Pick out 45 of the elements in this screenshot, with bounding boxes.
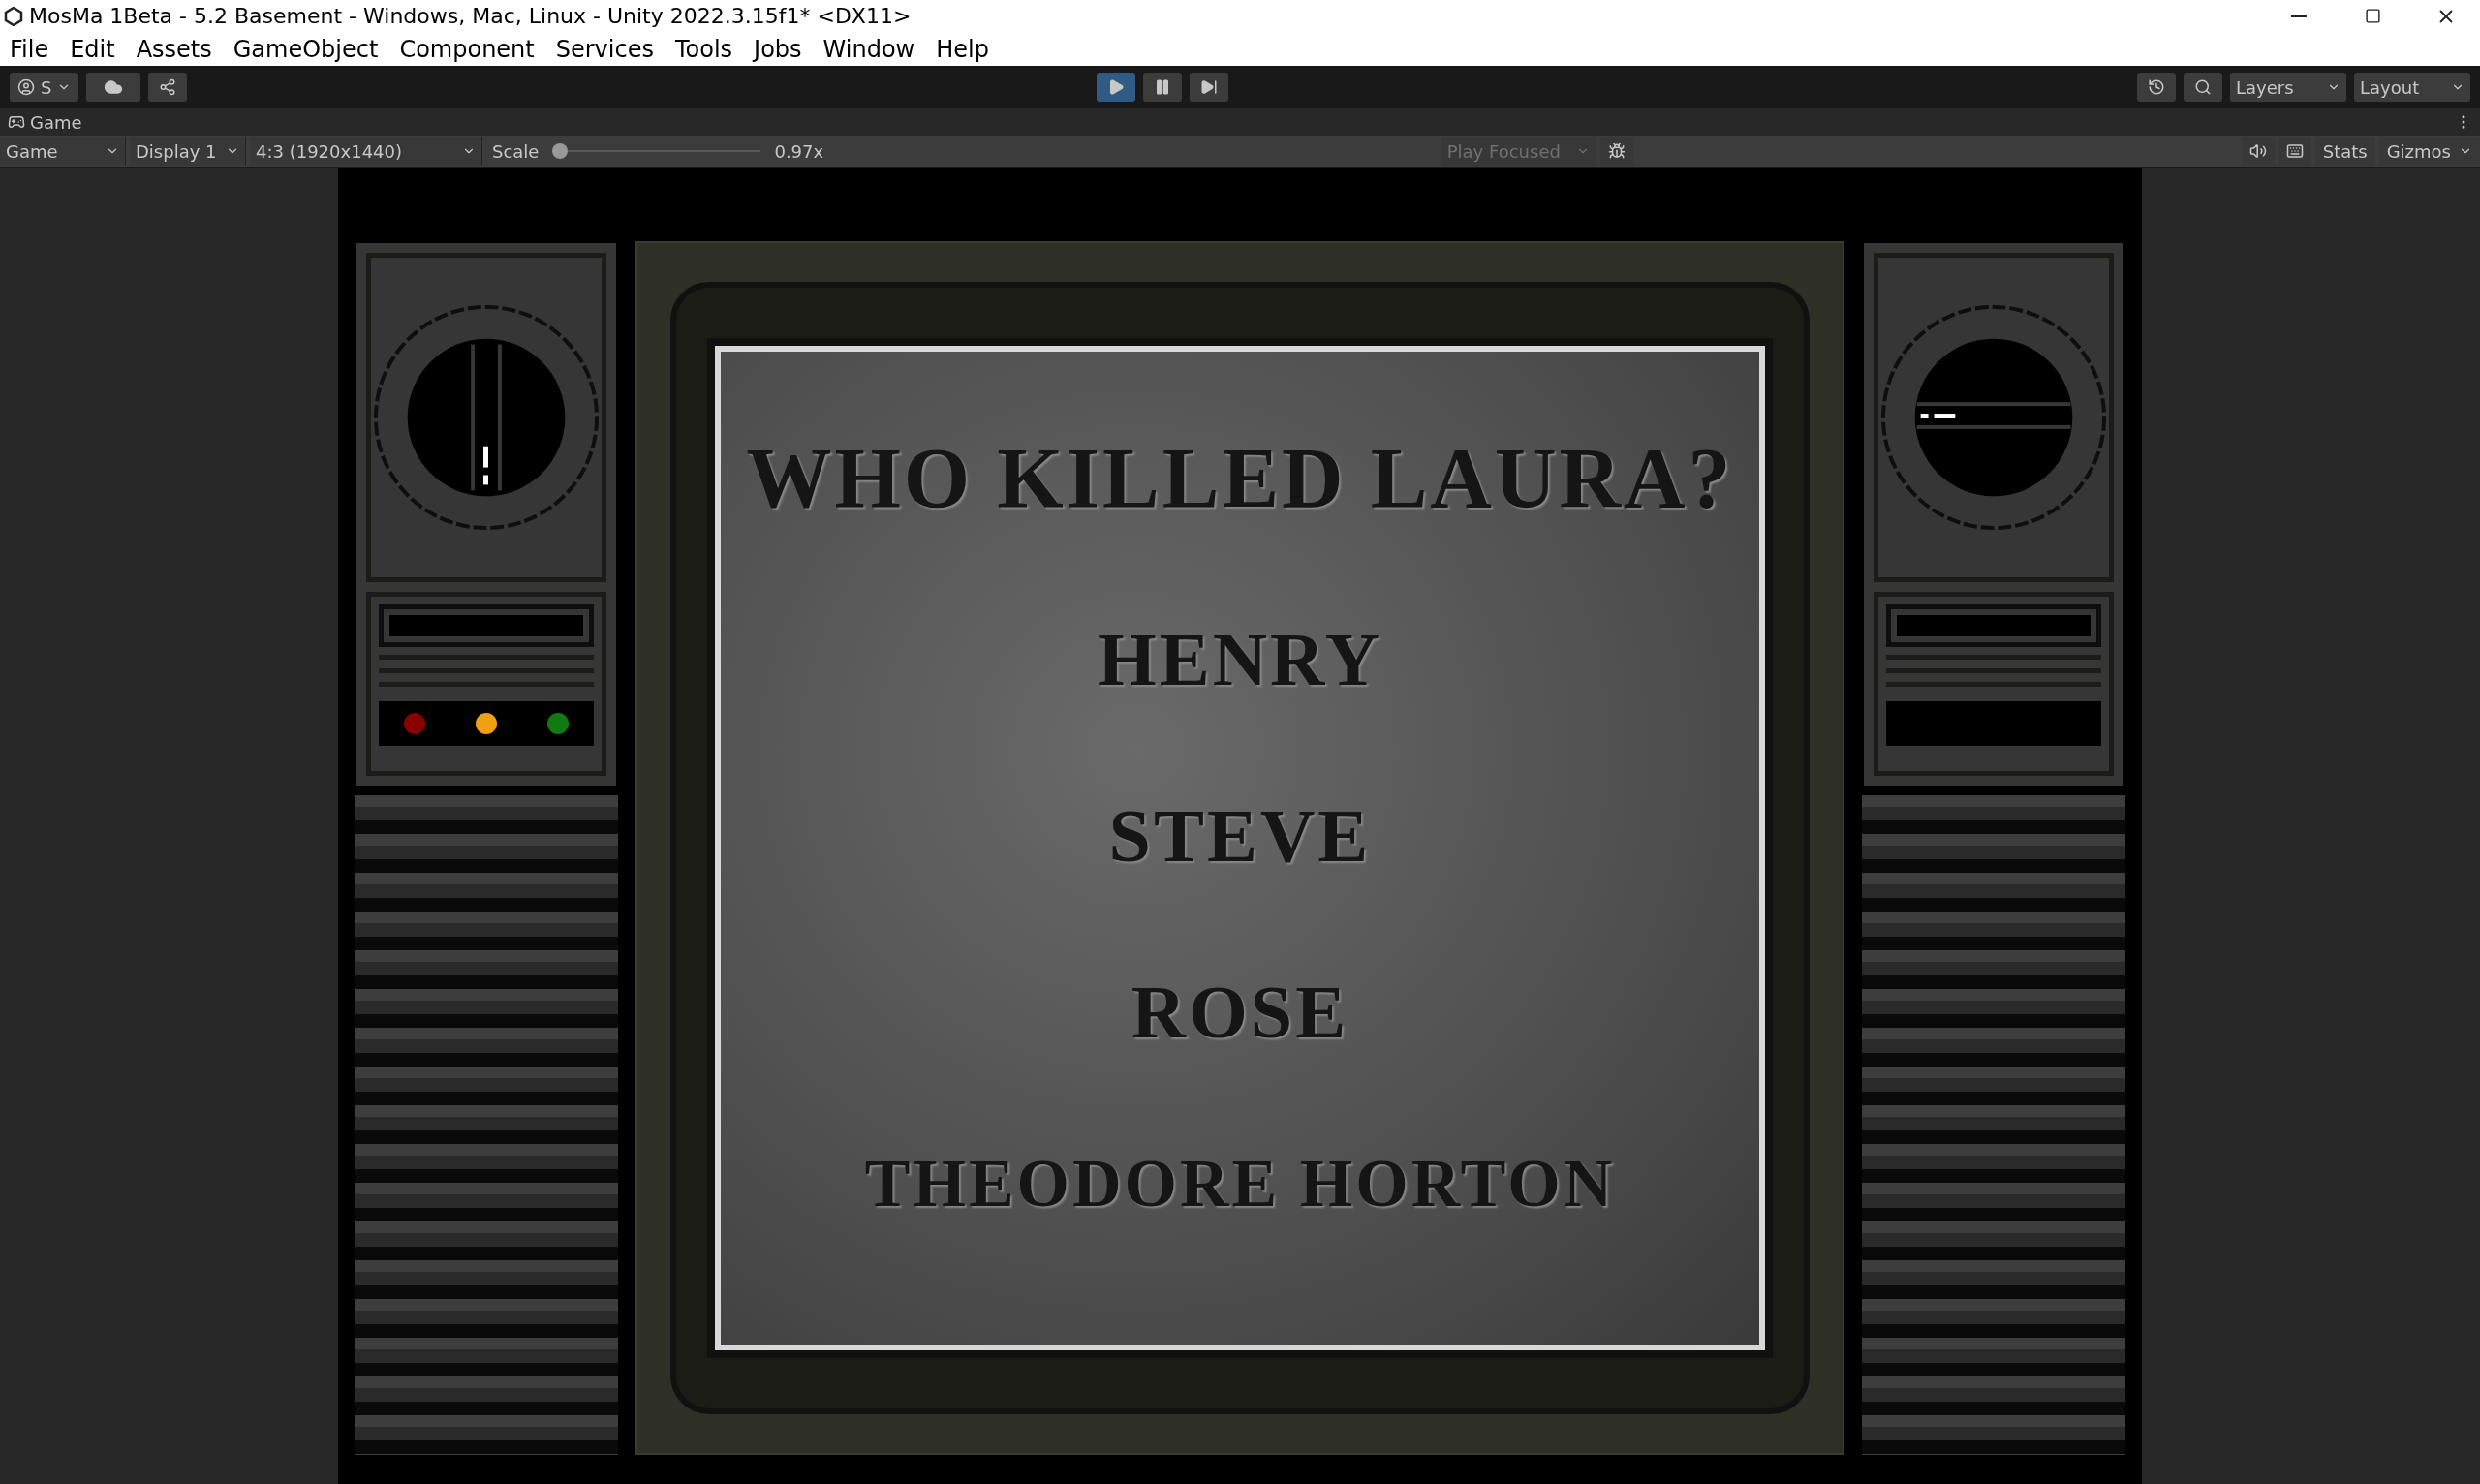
layers-dropdown[interactable]: Layers	[2230, 73, 2346, 102]
maximize-icon	[2364, 8, 2381, 24]
step-button[interactable]	[1189, 73, 1228, 102]
menu-item[interactable]: Services	[555, 35, 654, 63]
history-button[interactable]	[2137, 73, 2176, 102]
version-control-button[interactable]	[148, 73, 188, 102]
slider-thumb[interactable]	[552, 143, 569, 159]
aspect-dropdown[interactable]: 4:3 (1920x1440)	[250, 137, 482, 166]
account-button[interactable]: S	[10, 73, 79, 102]
menu-item[interactable]: Component	[399, 35, 535, 63]
stats-button[interactable]: Stats	[2314, 137, 2375, 166]
cloud-icon	[104, 77, 124, 97]
scale-reading: 0.97x	[774, 140, 824, 162]
layout-dropdown[interactable]: Layout	[2354, 73, 2470, 102]
menu-item[interactable]: Edit	[70, 35, 115, 63]
display-dropdown[interactable]: Display 1	[130, 137, 246, 166]
bug-icon	[1607, 142, 1626, 160]
question-title: WHO KILLED LAURA?	[746, 430, 1734, 527]
gizmos-button[interactable]: Gizmos	[2378, 137, 2480, 166]
scale-label: Scale	[492, 140, 540, 162]
menu-item[interactable]: Window	[822, 35, 915, 63]
history-icon	[2148, 78, 2165, 96]
search-icon	[2194, 78, 2212, 96]
view-dropdown[interactable]: Game	[0, 137, 126, 166]
menu-item[interactable]: Help	[936, 35, 989, 63]
search-button[interactable]	[2184, 73, 2222, 102]
speaker-icon	[2248, 142, 2267, 160]
keyboard-button[interactable]	[2278, 137, 2311, 166]
cloud-button[interactable]	[86, 73, 141, 102]
menu-item[interactable]: File	[10, 35, 49, 63]
play-button[interactable]	[1096, 73, 1135, 102]
step-icon	[1199, 78, 1218, 96]
game-tab[interactable]: Game	[8, 111, 82, 133]
window-title: MosMa 1Beta - 5.2 Basement - Windows, Mac, Linux - Unity 2022.3.15f1* <DX11>	[29, 4, 913, 28]
menu-item[interactable]: Assets	[136, 35, 212, 63]
menu-item[interactable]: GameObject	[232, 35, 379, 63]
gamepad-icon	[8, 113, 25, 131]
audio-button[interactable]	[2241, 137, 2275, 166]
menu-item[interactable]: Tools	[674, 35, 733, 63]
keyboard-icon	[2285, 142, 2304, 160]
bug-button[interactable]	[1599, 137, 1633, 166]
pause-button[interactable]	[1142, 73, 1182, 102]
menu-item[interactable]: Jobs	[754, 35, 802, 63]
minimize-icon	[2291, 15, 2307, 17]
account-icon	[17, 78, 35, 96]
